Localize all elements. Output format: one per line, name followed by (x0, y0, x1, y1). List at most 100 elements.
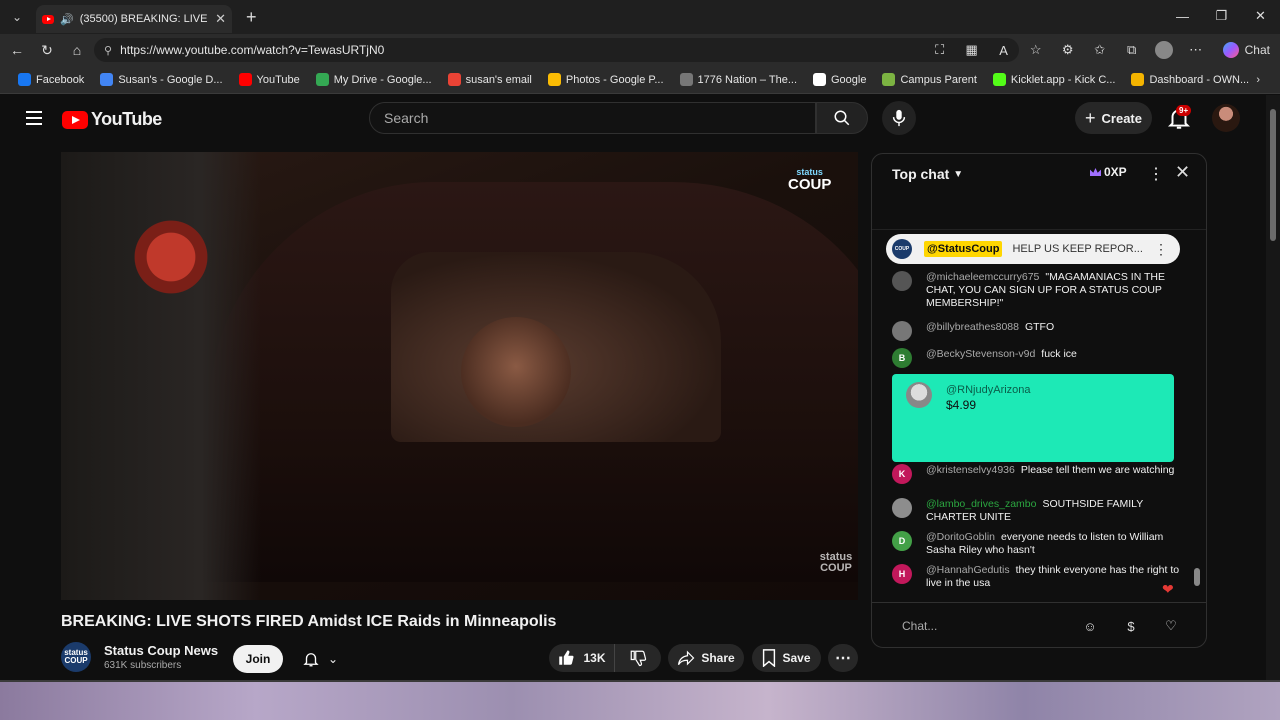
chat-message[interactable]: B @BeckyStevenson-v9d fuck ice (892, 348, 1182, 368)
channel-avatar[interactable]: status COUP (61, 642, 91, 672)
chat-avatar: H (892, 564, 912, 584)
chat-author[interactable]: @DoritoGoblin (926, 531, 995, 543)
emoji-icon[interactable]: ☺ (1080, 616, 1100, 636)
copilot-chat-button[interactable]: Chat (1213, 38, 1280, 62)
bookmark-item[interactable]: 1776 Nation – The... (672, 73, 805, 86)
search-button[interactable] (816, 102, 868, 134)
bookmark-item[interactable]: Campus Parent (874, 73, 984, 86)
bookmark-label: Campus Parent (900, 73, 977, 86)
chat-author[interactable]: @HannahGedutis (926, 564, 1010, 576)
bookmarks-overflow-chevron-icon[interactable]: › (1256, 74, 1260, 86)
youtube-masthead: YouTube Search + Create 9+ (0, 95, 1266, 145)
translate-icon[interactable]: ⛶ (925, 36, 955, 64)
page-scroll-thumb[interactable] (1270, 109, 1276, 241)
tab-close-icon[interactable]: ✕ (215, 11, 226, 27)
chat-author[interactable]: @michaeleemccurry675 (926, 271, 1039, 283)
site-info-icon[interactable]: ⚲ (104, 44, 112, 57)
super-chat-icon[interactable]: $ (1121, 616, 1141, 636)
window-close-icon[interactable]: ✕ (1241, 0, 1280, 32)
pinned-menu-icon[interactable]: ⋮ (1154, 241, 1168, 258)
minimize-icon[interactable]: — (1163, 0, 1202, 32)
bookmark-item[interactable]: Photos - Google P... (540, 73, 672, 86)
tab-title: (35500) BREAKING: LIVE SHOTS (79, 13, 209, 25)
tab-list-chevron-icon[interactable]: ⌄ (4, 5, 30, 29)
favorites-icon[interactable]: ✩ (1085, 36, 1115, 64)
page-scrollbar[interactable] (1266, 95, 1280, 680)
heart-icon[interactable]: ♡ (1161, 616, 1181, 636)
speaker-icon[interactable]: 🔊 (60, 13, 74, 26)
subscription-notification-button[interactable]: ⌄ (292, 645, 348, 673)
like-button[interactable]: 13K (549, 644, 615, 672)
chat-close-icon[interactable]: ✕ (1175, 162, 1190, 183)
chat-author[interactable]: @BeckyStevenson-v9d (926, 348, 1035, 360)
chat-input[interactable]: Chat... ☺ $ ♡ (872, 602, 1206, 647)
chat-message[interactable]: D @DoritoGoblin everyone needs to listen t… (892, 531, 1182, 557)
join-button[interactable]: Join (233, 645, 283, 673)
create-button[interactable]: + Create (1075, 102, 1152, 134)
chat-message[interactable]: @michaeleemccurry675 "MAGAMANIACS IN THE … (892, 271, 1182, 310)
xp-badge[interactable]: 0XP (1090, 165, 1127, 179)
channel-info: status COUP Status Coup News 631K subscr… (61, 642, 218, 672)
chat-message[interactable]: K @kristenselvy4936 Please tell them we ar… (892, 464, 1182, 484)
more-actions-button[interactable]: ⋯ (828, 644, 858, 672)
bookmark-favicon-icon (679, 73, 693, 86)
chat-author[interactable]: @kristenselvy4936 (926, 464, 1015, 476)
create-label: Create (1101, 110, 1142, 126)
bookmark-item[interactable]: susan's email (440, 73, 540, 86)
refresh-icon[interactable]: ↻ (32, 36, 62, 64)
more-options-icon[interactable]: ⋯ (1181, 36, 1211, 64)
new-tab-plus-icon[interactable]: + (246, 7, 257, 28)
bookmark-label: Facebook (36, 73, 85, 86)
super-chat-card[interactable]: @RNjudyArizona $4.99 (892, 374, 1174, 462)
like-dislike-group: 13K (549, 644, 661, 672)
video-player[interactable]: status COUP status COUP (61, 152, 858, 600)
favorite-star-icon[interactable]: ☆ (1021, 36, 1051, 64)
profile-avatar[interactable] (1149, 36, 1179, 64)
read-aloud-icon[interactable]: A (989, 36, 1019, 64)
bookmark-item[interactable]: YouTube (231, 73, 308, 86)
channel-name[interactable]: Status Coup News (104, 643, 218, 658)
bookmark-item[interactable]: Dashboard - OWN... (1123, 73, 1257, 86)
share-button[interactable]: Share (668, 644, 744, 672)
chat-message[interactable]: @billybreathes8088 GTFO (892, 321, 1182, 341)
bookmark-item[interactable]: Susan's - Google D... (92, 73, 230, 86)
bookmark-item[interactable]: Google (805, 73, 874, 86)
watermark-main-text: COUP (788, 176, 832, 193)
share-label: Share (701, 651, 735, 665)
pinned-text: HELP US KEEP REPOR... (1012, 243, 1143, 255)
bookmark-item[interactable]: Kicklet.app - Kick C... (985, 73, 1124, 86)
extensions-icon[interactable]: ⚙ (1053, 36, 1083, 64)
bookmark-label: My Drive - Google... (333, 73, 432, 86)
url-field[interactable]: ⚲ https://www.youtube.com/watch?v=TewasU… (94, 38, 1019, 62)
voice-search-button[interactable] (882, 101, 916, 135)
notification-count-badge: 9+ (1176, 105, 1192, 116)
pinned-message[interactable]: COUP @StatusCoup HELP US KEEP REPOR... ⋮ (886, 234, 1180, 264)
plus-icon: + (1085, 107, 1096, 128)
search-input[interactable]: Search (369, 102, 816, 134)
dislike-button[interactable] (615, 649, 661, 667)
bookmark-favicon-icon (547, 73, 561, 86)
superchat-amount: $4.99 (946, 398, 977, 412)
bookmark-item[interactable]: Facebook (10, 73, 92, 86)
chat-message[interactable]: @lambo_drives_zambo SOUTHSIDE FAMILY CHAR… (892, 498, 1182, 524)
maximize-icon[interactable]: ❐ (1202, 0, 1241, 32)
chat-scroll-thumb[interactable] (1194, 568, 1200, 586)
chat-message[interactable]: H @HannahGedutis they think everyone has t… (892, 564, 1182, 590)
chat-menu-icon[interactable]: ⋮ (1148, 164, 1164, 184)
collections-icon[interactable]: ⧉ (1117, 36, 1147, 64)
apps-icon[interactable]: ▦ (957, 36, 987, 64)
save-button[interactable]: Save (752, 644, 821, 672)
account-avatar[interactable] (1212, 104, 1240, 132)
browser-tab-active[interactable]: 🔊 (35500) BREAKING: LIVE SHOTS ✕ (36, 5, 232, 33)
menu-icon[interactable] (26, 111, 42, 125)
chat-author[interactable]: @billybreathes8088 (926, 321, 1019, 333)
youtube-logo[interactable]: YouTube (62, 109, 162, 130)
bookmark-label: Photos - Google P... (565, 73, 664, 86)
bookmark-item[interactable]: My Drive - Google... (308, 73, 440, 86)
home-icon[interactable]: ⌂ (62, 36, 92, 64)
chat-scrollbar[interactable] (1194, 236, 1200, 591)
chat-author[interactable]: @lambo_drives_zambo (926, 498, 1036, 510)
chevron-down-icon: ▼ (953, 168, 964, 180)
video-frame-driver (461, 317, 571, 427)
back-arrow-icon[interactable]: ← (2, 36, 32, 64)
